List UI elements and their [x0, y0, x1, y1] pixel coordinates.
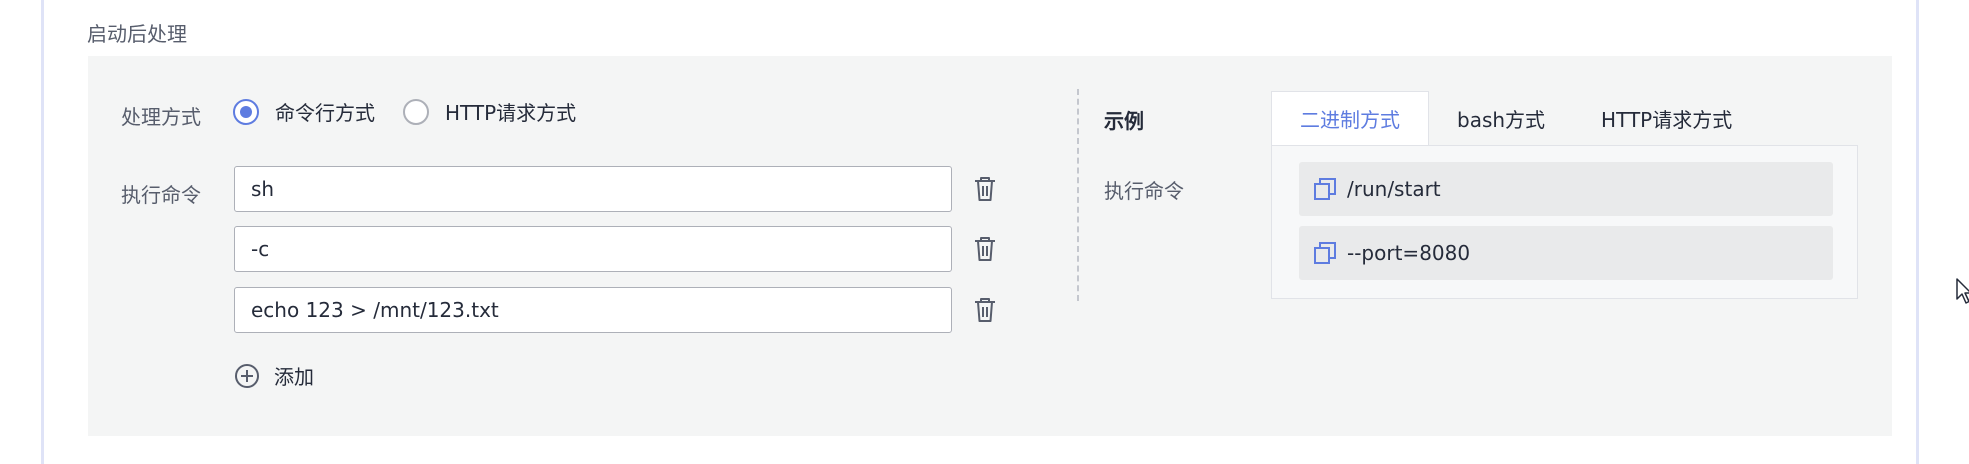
copy-icon[interactable]	[1313, 241, 1337, 265]
section-title: 启动后处理	[87, 22, 187, 46]
tab-binary[interactable]: 二进制方式	[1271, 91, 1429, 145]
command-row	[234, 287, 1000, 333]
example-command-label: 执行命令	[1104, 179, 1184, 203]
example-code-line: /run/start	[1299, 162, 1833, 216]
plus-circle-icon	[235, 363, 259, 388]
radio-unchecked-icon[interactable]	[403, 98, 429, 125]
trash-icon[interactable]	[970, 233, 1000, 265]
add-command-button[interactable]: 添加	[234, 361, 314, 390]
tab-bash[interactable]: bash方式	[1429, 91, 1573, 145]
example-code-text: /run/start	[1347, 177, 1441, 201]
radio-label: 命令行方式	[275, 101, 375, 125]
command-label: 执行命令	[121, 183, 201, 207]
radio-label: HTTP请求方式	[445, 101, 577, 125]
radio-http-request[interactable]: HTTP请求方式	[403, 97, 576, 126]
example-title: 示例	[1104, 109, 1144, 133]
card-right-border	[1916, 0, 1919, 464]
trash-icon[interactable]	[970, 294, 1000, 326]
mode-label: 处理方式	[121, 105, 201, 129]
command-input-2[interactable]	[234, 226, 952, 272]
dashed-divider	[1077, 89, 1079, 301]
mode-radio-group: 命令行方式 HTTP请求方式	[233, 97, 604, 126]
example-tabs: 二进制方式 bash方式 HTTP请求方式	[1271, 91, 1760, 145]
command-row	[234, 226, 1000, 272]
add-label: 添加	[274, 365, 314, 389]
radio-command-line[interactable]: 命令行方式	[233, 97, 375, 126]
example-code-text: --port=8080	[1347, 241, 1471, 265]
example-code-line: --port=8080	[1299, 226, 1833, 280]
command-row	[234, 166, 1000, 212]
command-input-3[interactable]	[234, 287, 952, 333]
copy-icon[interactable]	[1313, 177, 1337, 201]
command-input-1[interactable]	[234, 166, 952, 212]
radio-checked-icon[interactable]	[233, 98, 259, 125]
trash-icon[interactable]	[970, 173, 1000, 205]
mouse-pointer-icon	[1956, 278, 1969, 304]
tab-http-request[interactable]: HTTP请求方式	[1573, 91, 1760, 145]
